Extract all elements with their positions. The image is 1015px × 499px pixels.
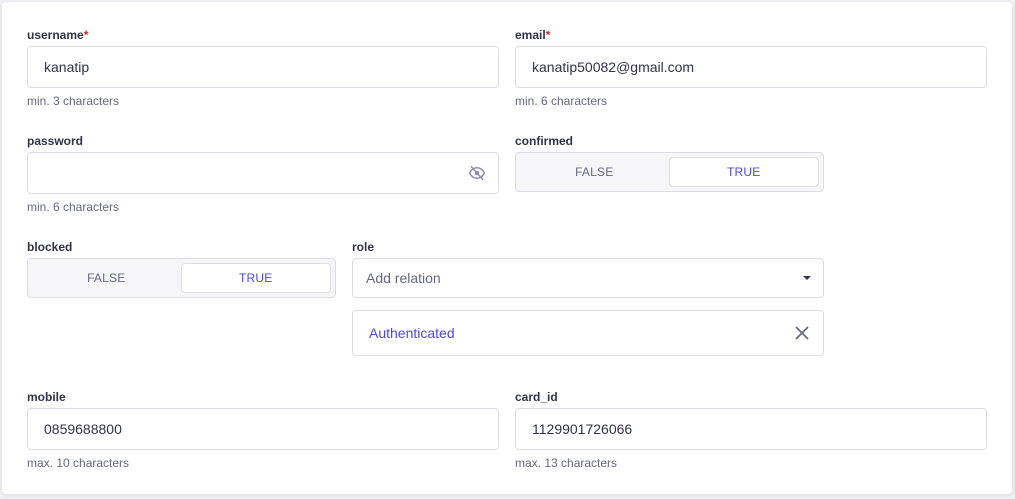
mobile-hint: max. 10 characters [27,456,130,470]
email-hint: min. 6 characters [515,94,608,108]
role-label: role [352,240,375,254]
password-label: password [27,134,84,148]
role-placeholder: Add relation [366,270,441,286]
edit-user-form: username* kanatip min. 3 characters emai… [2,2,1012,494]
mobile-label: mobile [27,390,66,404]
password-hint: min. 6 characters [27,200,120,214]
username-hint: min. 3 characters [27,94,120,108]
email-label: email* [515,28,551,42]
blocked-false-option[interactable]: FALSE [32,263,181,293]
caret-down-icon [803,276,811,280]
email-input[interactable]: kanatip50082@gmail.com [515,46,987,88]
card-id-label: card_id [515,390,558,404]
username-input[interactable]: kanatip [27,46,499,88]
card-id-value: 1129901726066 [532,421,633,437]
username-label: username* [27,28,89,42]
mobile-value: 0859688800 [44,421,122,437]
confirmed-toggle[interactable]: FALSE TRUE [515,152,824,192]
confirmed-true-option[interactable]: TRUE [668,157,819,187]
card-id-input[interactable]: 1129901726066 [515,408,987,450]
role-relation-item[interactable]: Authenticated [352,310,824,356]
blocked-true-option[interactable]: TRUE [180,263,331,293]
relation-link[interactable]: Authenticated [369,325,455,341]
blocked-label: blocked [27,240,73,254]
confirmed-label: confirmed [515,134,574,148]
username-value: kanatip [44,59,90,75]
password-input[interactable] [27,152,499,194]
card-id-hint: max. 13 characters [515,456,618,470]
eye-off-icon[interactable] [468,164,486,182]
role-select[interactable]: Add relation [352,258,824,298]
email-value: kanatip50082@gmail.com [532,59,695,75]
confirmed-false-option[interactable]: FALSE [520,157,669,187]
blocked-toggle[interactable]: FALSE TRUE [27,258,336,298]
mobile-input[interactable]: 0859688800 [27,408,499,450]
close-icon[interactable] [795,326,809,340]
